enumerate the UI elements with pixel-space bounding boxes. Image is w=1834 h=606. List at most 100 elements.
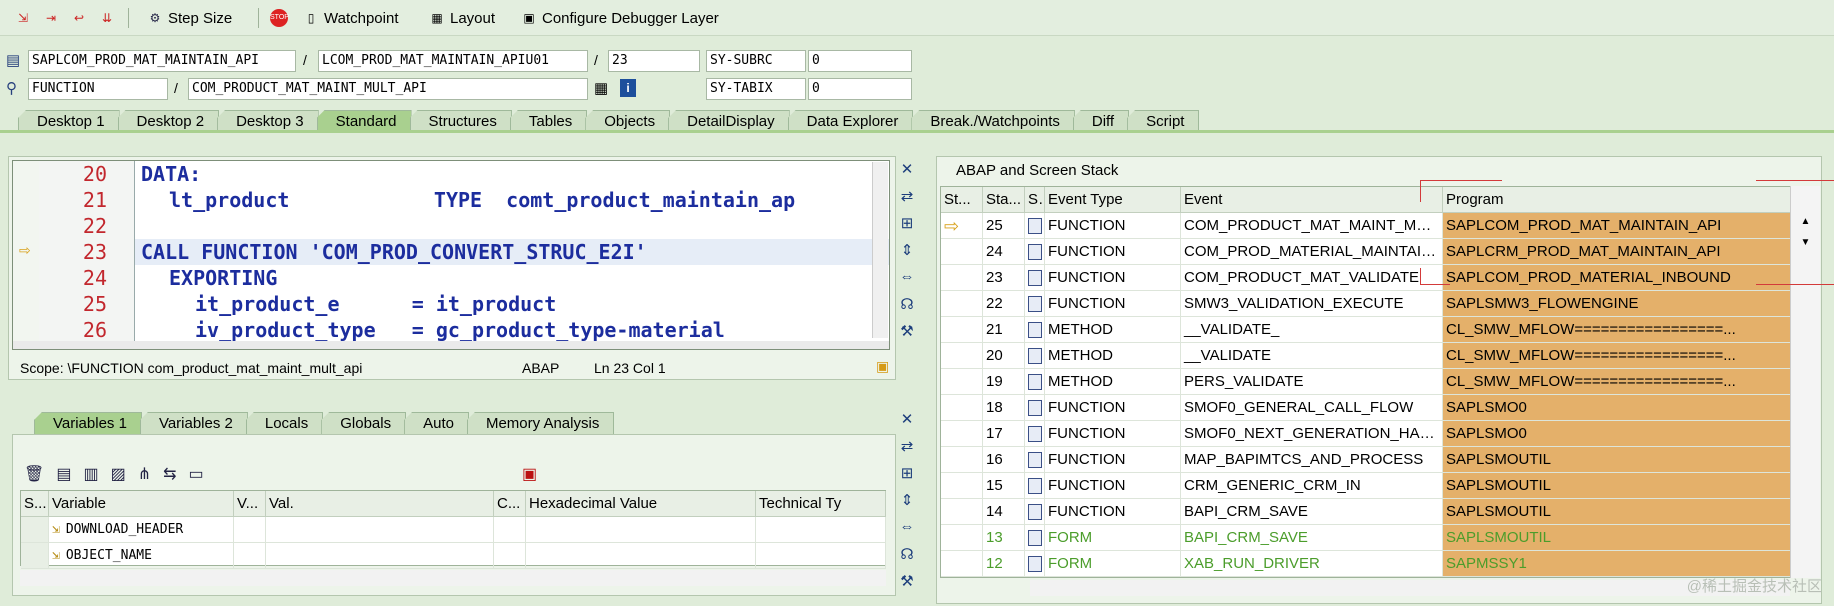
- tool-icon[interactable]: ⚒: [894, 322, 920, 349]
- stack-col-header[interactable]: Event Type: [1045, 187, 1181, 213]
- stack-col-header[interactable]: St...: [941, 187, 983, 213]
- scroll-down-icon[interactable]: ▼: [1791, 237, 1820, 248]
- var-col-header[interactable]: Variable: [49, 491, 234, 517]
- stack-hscroll[interactable]: [1030, 580, 1790, 596]
- var-col-header[interactable]: C...: [494, 491, 526, 517]
- stack-cell: METHOD: [1045, 343, 1181, 369]
- headset-icon[interactable]: ☊: [894, 295, 920, 322]
- variable-name-cell[interactable]: ⇲ DOWNLOAD_HEADER: [49, 517, 234, 543]
- expand-vertical-icon[interactable]: ⇕: [894, 241, 920, 268]
- layout-button[interactable]: ▦ Layout: [428, 6, 495, 30]
- navigate-icon[interactable]: ⇆: [163, 464, 176, 484]
- tool-icon[interactable]: ⚒: [894, 572, 920, 599]
- stack-row[interactable]: 16 FUNCTION MAP_BAPIMTCS_AND_PROCESS SAPLSM…: [941, 447, 1797, 473]
- export-icon[interactable]: ▨: [111, 464, 126, 484]
- tab-standard[interactable]: Standard: [316, 110, 412, 132]
- var-col-header[interactable]: Technical Ty: [756, 491, 886, 517]
- stack-row[interactable]: 17 FUNCTION SMOF0_NEXT_GENERATION_HANDL...…: [941, 421, 1797, 447]
- stack-row[interactable]: 12 FORM XAB_RUN_DRIVER SAPMSSY1: [941, 551, 1797, 577]
- close-icon[interactable]: ✕: [894, 410, 920, 437]
- stack-row[interactable]: 18 FUNCTION SMOF0_GENERAL_CALL_FLOW SAPLSMO…: [941, 395, 1797, 421]
- tab-desktop-1[interactable]: Desktop 1: [18, 110, 120, 132]
- variables-hscroll[interactable]: [20, 570, 886, 586]
- folder-icon[interactable]: ▭: [189, 464, 204, 484]
- continue-icon[interactable]: ⇊: [98, 6, 116, 30]
- stack-col-header[interactable]: Program: [1443, 187, 1797, 213]
- tab-auto[interactable]: Auto: [404, 412, 469, 434]
- stack-row[interactable]: ⇨ 25 FUNCTION COM_PRODUCT_MAT_MAINT_MULT...…: [941, 213, 1797, 239]
- maximize-icon[interactable]: ⊞: [894, 464, 920, 491]
- code-editor[interactable]: 20 DATA: 21 lt_product TYPE comt_product_ma…: [12, 160, 890, 350]
- maximize-icon[interactable]: ⊞: [894, 214, 920, 241]
- tab-break-watchpoints[interactable]: Break./Watchpoints: [911, 110, 1075, 132]
- list-icon[interactable]: ▤: [56, 464, 71, 484]
- stack-row[interactable]: 19 METHOD PERS_VALIDATE CL_SMW_MFLOW=======…: [941, 369, 1797, 395]
- vertical-scrollbar[interactable]: [872, 162, 888, 338]
- stack-cell: SAPLCOM_PROD_MAT_MAINTAIN_API: [1443, 213, 1797, 239]
- editor-side-icons: ✕ ⇄ ⊞ ⇕ ⇔ ☊ ⚒: [894, 160, 920, 349]
- expand-vertical-icon[interactable]: ⇕: [894, 491, 920, 518]
- tab-structures[interactable]: Structures: [409, 110, 512, 132]
- step-into-icon[interactable]: ⇲: [14, 6, 32, 30]
- stack-cell: FUNCTION: [1045, 265, 1181, 291]
- slash: /: [594, 52, 598, 68]
- stack-type: FUNCTION: [1048, 399, 1126, 416]
- tab-objects[interactable]: Objects: [585, 110, 671, 132]
- event-doc-icon: [1028, 322, 1042, 339]
- tab-variables-2[interactable]: Variables 2: [139, 412, 248, 434]
- horizontal-scrollbar[interactable]: [13, 341, 889, 349]
- step-over-icon[interactable]: ⇥: [42, 6, 60, 30]
- stack-vscroll[interactable]: ▲ ▼: [1790, 186, 1820, 578]
- watchpoint-button[interactable]: ▯ Watchpoint: [302, 6, 399, 30]
- display-icon[interactable]: ▦: [594, 79, 608, 97]
- save-icon[interactable]: ▣: [522, 464, 537, 484]
- table-row[interactable]: ⇲ DOWNLOAD_HEADER: [21, 517, 886, 543]
- table-row[interactable]: ⇲ OBJECT_NAME: [21, 543, 886, 569]
- tab-globals[interactable]: Globals: [321, 412, 407, 434]
- tab-data-explorer[interactable]: Data Explorer: [787, 110, 914, 132]
- tab-tables[interactable]: Tables: [509, 110, 588, 132]
- stack-row[interactable]: 15 FUNCTION CRM_GENERIC_CRM_IN SAPLSMOUTIL: [941, 473, 1797, 499]
- var-col-header[interactable]: Hexadecimal Value: [526, 491, 756, 517]
- tab-memory-analysis[interactable]: Memory Analysis: [466, 412, 615, 434]
- variable-name-cell[interactable]: ⇲ OBJECT_NAME: [49, 543, 234, 569]
- headset-icon[interactable]: ☊: [894, 545, 920, 572]
- stack-col-header[interactable]: Sta...: [983, 187, 1025, 213]
- detail-icon[interactable]: ▥: [83, 464, 98, 484]
- stack-row[interactable]: 14 FUNCTION BAPI_CRM_SAVE SAPLSMOUTIL: [941, 499, 1797, 525]
- configure-debugger-layer-button[interactable]: ▣ Configure Debugger Layer: [520, 6, 718, 30]
- tab-variables-1[interactable]: Variables 1: [34, 412, 142, 434]
- stack-row[interactable]: 21 METHOD __VALIDATE_ CL_SMW_MFLOW=========…: [941, 317, 1797, 343]
- stack-col-header[interactable]: Event: [1181, 187, 1443, 213]
- tab-detaildisplay[interactable]: DetailDisplay: [668, 110, 790, 132]
- structure-icon[interactable]: ⋔: [138, 464, 151, 484]
- tab-locals[interactable]: Locals: [245, 412, 324, 434]
- var-col-header[interactable]: Val.: [266, 491, 494, 517]
- tab-desktop-3[interactable]: Desktop 3: [217, 110, 319, 132]
- stack-row[interactable]: 23 FUNCTION COM_PRODUCT_MAT_VALIDATE SAPLCO…: [941, 265, 1797, 291]
- note-icon[interactable]: ▣: [876, 358, 889, 375]
- close-icon[interactable]: ✕: [894, 160, 920, 187]
- stack-cell: CRM_GENERIC_CRM_IN: [1181, 473, 1443, 499]
- expand-horizontal-icon[interactable]: ⇔: [894, 518, 920, 545]
- stop-button[interactable]: STOP: [270, 6, 289, 30]
- delete-icon[interactable]: 🗑: [24, 464, 44, 484]
- var-col-header[interactable]: V...: [234, 491, 266, 517]
- tab-desktop-2[interactable]: Desktop 2: [117, 110, 220, 132]
- tab-script[interactable]: Script: [1127, 110, 1200, 132]
- swap-icon[interactable]: ⇄: [894, 187, 920, 214]
- stack-row[interactable]: 20 METHOD __VALIDATE CL_SMW_MFLOW==========…: [941, 343, 1797, 369]
- stack-row[interactable]: 22 FUNCTION SMW3_VALIDATION_EXECUTE SAPLSMW…: [941, 291, 1797, 317]
- scroll-up-icon[interactable]: ▲: [1791, 216, 1820, 227]
- var-col-header[interactable]: S...: [21, 491, 49, 517]
- step-size-button[interactable]: ⚙ Step Size: [146, 6, 233, 30]
- swap-icon[interactable]: ⇄: [894, 437, 920, 464]
- expand-horizontal-icon[interactable]: ⇔: [894, 268, 920, 295]
- info-icon[interactable]: i: [620, 79, 636, 97]
- tab-diff[interactable]: Diff: [1072, 110, 1130, 132]
- stack-col-header[interactable]: S...: [1025, 187, 1045, 213]
- stack-row[interactable]: 24 FUNCTION COM_PROD_MATERIAL_MAINTAIN_...…: [941, 239, 1797, 265]
- stack-row[interactable]: 13 FORM BAPI_CRM_SAVE SAPLSMOUTIL: [941, 525, 1797, 551]
- return-icon[interactable]: ↩: [70, 6, 88, 30]
- variables-tab-strip: Variables 1 Variables 2 Locals Globals Auto M…: [34, 410, 615, 434]
